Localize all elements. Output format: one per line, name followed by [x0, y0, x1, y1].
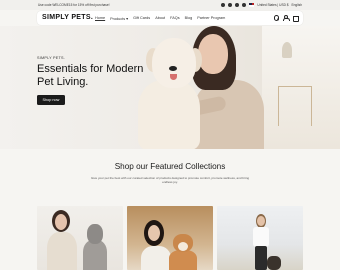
account-icon[interactable]: [283, 15, 290, 22]
menu-item-gift-cards[interactable]: Gift Cards: [133, 16, 150, 20]
hero-dog-image: [138, 34, 208, 149]
hero-headline: Essentials for Modern Pet Living.: [37, 63, 144, 88]
announcement-right: United States | USD $ English: [221, 0, 302, 10]
menu-item-blog[interactable]: Blog: [185, 16, 193, 20]
pinterest-icon[interactable]: [235, 3, 240, 7]
featured-collections-title: Shop our Featured Collections: [114, 162, 226, 171]
language-selector[interactable]: English: [292, 0, 302, 10]
hero-banner: SIMPLY PETS. Essentials for Modern Pet L…: [0, 26, 340, 149]
main-menu: Home Products ▾ Gift Cards About FAQs Bl…: [95, 11, 225, 25]
cart-icon[interactable]: [292, 15, 299, 22]
main-header: SIMPLY PETS. Home Products ▾ Gift Cards …: [37, 11, 303, 25]
header-icons: [273, 15, 299, 22]
shop-now-button[interactable]: Shop now: [37, 95, 65, 105]
menu-item-products[interactable]: Products ▾: [110, 16, 128, 21]
menu-item-partner-program[interactable]: Partner Program: [197, 16, 225, 20]
collection-cards: [37, 206, 303, 270]
announcement-bar: Use code WELCOME15 for 15% off first pur…: [0, 0, 340, 10]
facebook-icon[interactable]: [221, 3, 226, 7]
tiktok-icon[interactable]: [242, 3, 247, 7]
hero-vase: [282, 42, 292, 58]
featured-collections-subtitle: Give your pet the best with our curated …: [90, 176, 250, 184]
collection-card-1[interactable]: [37, 206, 123, 270]
announcement-message: Use code WELCOME15 for 15% off first pur…: [38, 3, 110, 7]
hero-text: SIMPLY PETS. Essentials for Modern Pet L…: [37, 56, 147, 106]
menu-item-faqs[interactable]: FAQs: [170, 16, 180, 20]
collection-card-2[interactable]: [127, 206, 213, 270]
hero-stool: [278, 86, 312, 126]
us-flag-icon: [249, 3, 255, 7]
site-logo[interactable]: SIMPLY PETS.: [42, 13, 93, 23]
menu-item-about[interactable]: About: [155, 16, 165, 20]
hero-brand: SIMPLY PETS.: [37, 56, 66, 60]
instagram-icon[interactable]: [228, 3, 233, 7]
menu-item-home[interactable]: Home: [95, 16, 105, 20]
collection-card-3[interactable]: [217, 206, 303, 270]
search-icon[interactable]: [273, 15, 279, 21]
currency-selector[interactable]: United States | USD $: [257, 0, 288, 10]
